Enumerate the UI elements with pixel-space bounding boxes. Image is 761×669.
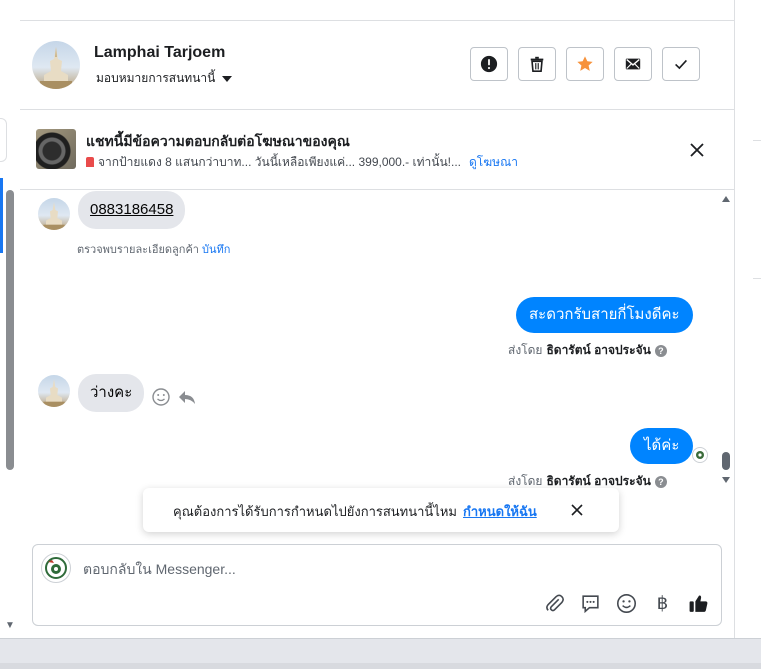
right-panel-edge xyxy=(734,0,761,638)
emoji-button[interactable] xyxy=(615,592,638,615)
seen-indicator-avatar xyxy=(692,447,708,463)
close-icon[interactable] xyxy=(688,141,706,159)
message-actions xyxy=(151,387,197,407)
close-icon[interactable] xyxy=(570,503,584,517)
reply-composer: ฿ xyxy=(32,544,722,626)
incoming-message[interactable]: ว่างคะ xyxy=(78,374,145,412)
delete-button[interactable] xyxy=(518,47,556,81)
help-icon[interactable]: ? xyxy=(654,475,667,488)
reply-icon[interactable] xyxy=(177,387,197,407)
left-scrollbar-thumb[interactable] xyxy=(6,190,14,470)
report-button[interactable] xyxy=(470,47,508,81)
sent-by-label: ส่งโดย ธิดารัตน์ อาจประจัน? xyxy=(508,341,667,360)
divider xyxy=(753,278,761,279)
outgoing-message[interactable]: สะดวกรับสายกี่โมงดีคะ xyxy=(516,297,693,333)
toast-message: คุณต้องการได้รับการกำหนดไปยังการสนทนานี้… xyxy=(173,504,457,519)
star-button[interactable] xyxy=(566,47,604,81)
conversation-header: Lamphai Tarjoem มอบหมายการสนทนานี้ xyxy=(20,21,734,110)
ad-thumbnail[interactable] xyxy=(36,129,76,169)
customer-detail-note: ตรวจพบรายละเอียดลูกค้า บันทึก xyxy=(77,240,230,258)
payment-button[interactable]: ฿ xyxy=(651,592,674,615)
saved-replies-button[interactable] xyxy=(579,592,602,615)
envelope-icon xyxy=(625,58,641,70)
mark-unread-button[interactable] xyxy=(614,47,652,81)
outgoing-message[interactable]: ได้ค่ะ xyxy=(630,428,694,464)
sent-by-prefix: ส่งโดย xyxy=(508,343,543,357)
chevron-down-icon xyxy=(222,75,233,82)
conversation-panel: Lamphai Tarjoem มอบหมายการสนทนานี้ แชทนี… xyxy=(20,21,734,638)
left-panel-selection-indicator xyxy=(0,178,3,253)
trash-icon xyxy=(530,56,544,73)
contact-avatar[interactable] xyxy=(32,41,80,89)
top-bar-edge xyxy=(20,0,734,21)
contact-message-avatar xyxy=(38,198,70,230)
left-panel-edge: ▼ xyxy=(0,0,21,638)
star-icon xyxy=(577,56,593,71)
bottom-bar-inner xyxy=(0,663,761,669)
contact-name[interactable]: Lamphai Tarjoem xyxy=(94,44,225,62)
incoming-message-phone[interactable]: 0883186458 xyxy=(78,191,186,229)
emoji-icon xyxy=(616,593,637,614)
ad-reply-banner: แชทนี้มีข้อความตอบกลับต่อโฆษณาของคุณ จาก… xyxy=(20,110,734,190)
attach-button[interactable] xyxy=(543,592,566,615)
saved-reply-icon xyxy=(582,595,599,614)
reply-input[interactable] xyxy=(81,558,645,580)
like-button[interactable] xyxy=(687,592,710,615)
contact-message-avatar xyxy=(38,375,70,407)
scroll-up-icon[interactable] xyxy=(722,196,730,202)
page-avatar xyxy=(41,553,71,583)
sender-name: ธิดารัตน์ อาจประจัน xyxy=(546,343,651,357)
composer-toolbar: ฿ xyxy=(543,592,710,615)
baht-icon: ฿ xyxy=(656,593,669,613)
scroll-down-icon[interactable] xyxy=(722,477,730,483)
help-icon[interactable]: ? xyxy=(654,344,667,357)
note-text: ตรวจพบรายละเอียดลูกค้า xyxy=(77,244,199,256)
red-tag-icon xyxy=(86,157,94,167)
exclamation-icon xyxy=(480,55,498,73)
ad-description-text: จากป้ายแดง 8 แสนกว่าบาท... วันนี้เหลือเพ… xyxy=(98,155,462,169)
assign-to-me-link[interactable]: กำหนดให้ฉัน xyxy=(463,504,537,519)
assign-conversation-dropdown[interactable]: มอบหมายการสนทนานี้ xyxy=(96,69,233,88)
attach-icon xyxy=(546,594,564,612)
chat-scrollbar[interactable] xyxy=(720,190,734,486)
ad-banner-title: แชทนี้มีข้อความตอบกลับต่อโฆษณาของคุณ xyxy=(86,133,350,149)
assign-prompt-toast: คุณต้องการได้รับการกำหนดไปยังการสนทนานี้… xyxy=(143,488,619,532)
save-detail-link[interactable]: บันทึก xyxy=(202,244,230,256)
view-ad-link[interactable]: ดูโฆษณา xyxy=(469,155,518,169)
mark-done-button[interactable] xyxy=(662,47,700,81)
window-bottom-bar xyxy=(0,638,761,669)
like-icon xyxy=(689,595,708,612)
check-icon xyxy=(675,59,687,70)
left-panel-tab[interactable] xyxy=(0,118,7,162)
divider xyxy=(753,140,761,141)
assign-label: มอบหมายการสนทนานี้ xyxy=(96,71,216,85)
smiley-reaction-icon[interactable] xyxy=(151,387,171,407)
left-scroll-down-icon[interactable]: ▼ xyxy=(5,620,15,631)
ad-description: จากป้ายแดง 8 แสนกว่าบาท... วันนี้เหลือเพ… xyxy=(86,153,518,172)
scrollbar-thumb[interactable] xyxy=(722,452,730,470)
toast-text: คุณต้องการได้รับการกำหนดไปยังการสนทนานี้… xyxy=(173,501,537,522)
message-thread: 0883186458 ตรวจพบรายละเอียดลูกค้า บันทึก… xyxy=(20,190,734,506)
